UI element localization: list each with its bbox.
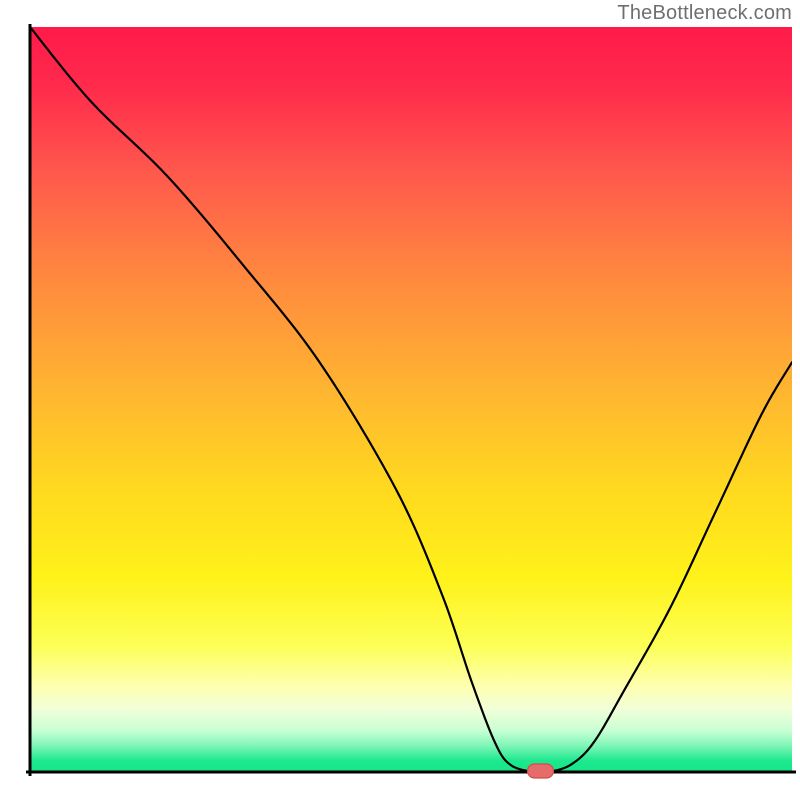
watermark-text: TheBottleneck.com (617, 2, 792, 25)
chart-card: TheBottleneck.com (0, 0, 800, 800)
min-marker (528, 764, 554, 778)
chart-svg (0, 0, 800, 800)
plot-background (30, 27, 792, 772)
